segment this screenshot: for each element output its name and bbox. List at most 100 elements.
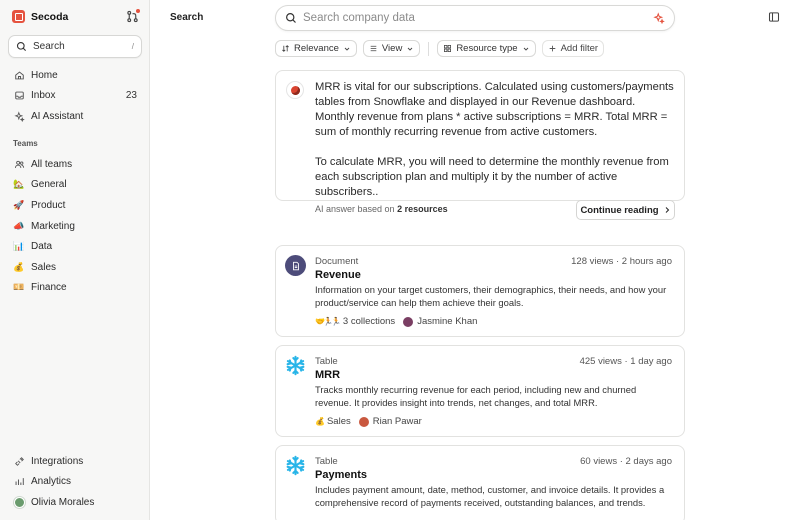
result-meta: 128 views · 2 hours ago — [571, 256, 672, 267]
sidebar-item-label: Finance — [31, 282, 67, 294]
sidebar-item-profile[interactable]: Olivia Morales — [8, 492, 142, 513]
relevance-filter[interactable]: Relevance — [275, 40, 357, 57]
inbox-count-badge: 23 — [125, 90, 137, 102]
sidebar-item-data[interactable]: 📊 Data — [8, 236, 142, 257]
chart-emoji-icon: 📊 — [13, 241, 25, 252]
sidebar-item-all-teams[interactable]: All teams — [8, 154, 142, 175]
sidebar-item-label: AI Assistant — [31, 110, 84, 122]
collections-count: 3 collections — [342, 316, 396, 327]
sidebar-panel-toggle-icon[interactable] — [768, 11, 780, 23]
view-filter[interactable]: View — [362, 40, 421, 57]
main-search-bar — [275, 5, 675, 31]
ai-footer-resources-link[interactable]: 2 resources — [397, 204, 448, 214]
rocket-emoji-icon: 🚀 — [13, 199, 25, 210]
ai-answer-footer: AI answer based on 2 resources — [315, 204, 448, 214]
sidebar-item-label: Analytics — [31, 476, 72, 488]
sidebar-item-sales[interactable]: 💰 Sales — [8, 257, 142, 278]
result-description: Includes payment amount, date, method, c… — [315, 484, 665, 508]
megaphone-emoji-icon: 📣 — [13, 220, 25, 231]
ai-footer-prefix: AI answer based on — [315, 204, 395, 214]
result-description: Tracks monthly recurring revenue for eac… — [315, 384, 637, 408]
collections-group[interactable]: 🤝 🏃 🏃 3 collections — [315, 316, 395, 327]
plus-icon — [549, 45, 555, 52]
filter-label: Relevance — [294, 43, 339, 54]
inbox-icon — [13, 90, 25, 102]
filter-label: View — [381, 43, 403, 54]
result-footer: 💰 Sales Rian Pawar — [315, 416, 422, 427]
snowflake-icon — [285, 355, 306, 376]
teams-section-label: Teams — [13, 139, 38, 148]
collection-name: Sales — [326, 416, 351, 427]
collections-group[interactable]: 💰 Sales — [315, 416, 351, 427]
collection-emoji-icons: 🤝 🏃 🏃 — [315, 317, 341, 326]
result-description: Information on your target customers, th… — [315, 284, 667, 308]
owner-avatar — [403, 316, 414, 327]
branch-icon[interactable] — [126, 9, 140, 23]
sidebar-item-inbox[interactable]: Inbox 23 — [8, 86, 142, 107]
sidebar-item-general[interactable]: 🏡 General — [8, 175, 142, 196]
filter-label: Resource type — [456, 43, 518, 54]
plug-icon — [13, 455, 25, 467]
search-result-card[interactable]: Document 128 views · 2 hours ago Revenue… — [275, 245, 685, 337]
owner-group[interactable]: Rian Pawar — [358, 416, 422, 427]
ai-answer-paragraph: To calculate MRR, you will need to deter… — [315, 156, 669, 198]
result-title[interactable]: Revenue — [315, 269, 361, 281]
sidebar-item-product[interactable]: 🚀 Product — [8, 195, 142, 216]
bar-chart-icon — [13, 476, 25, 488]
search-result-card[interactable]: Table 425 views · 1 day ago MRR Tracks m… — [275, 345, 685, 437]
money-bag-emoji-icon: 💰 — [13, 261, 25, 272]
sidebar-search-label: Search — [33, 41, 65, 52]
sidebar-item-integrations[interactable]: Integrations — [8, 451, 142, 472]
add-filter-label: Add filter — [560, 43, 599, 54]
notification-dot — [136, 9, 140, 13]
chevron-right-icon — [665, 207, 669, 213]
owner-avatar — [358, 416, 369, 427]
continue-reading-button[interactable]: Continue reading — [576, 200, 675, 220]
user-avatar — [13, 496, 25, 508]
ai-sparkle-icon[interactable] — [653, 12, 665, 24]
ai-answer-card: MRR is vital for our subscriptions. Calc… — [275, 70, 685, 220]
result-type: Document — [315, 256, 359, 267]
sidebar-item-finance[interactable]: 💴 Finance — [8, 278, 142, 299]
banknote-emoji-icon: 💴 — [13, 282, 25, 293]
workspace-name: Secoda — [31, 10, 69, 23]
workspace-switcher[interactable]: Secoda — [12, 10, 68, 23]
continue-reading-label: Continue reading — [580, 204, 659, 216]
page-title: Search — [170, 12, 204, 23]
owner-name: Jasmine Khan — [417, 316, 478, 327]
main-search-input[interactable] — [303, 12, 653, 24]
sidebar-item-ai-assistant[interactable]: AI Assistant — [8, 106, 142, 127]
owner-name: Rian Pawar — [372, 416, 422, 427]
add-filter-button[interactable]: Add filter — [541, 40, 605, 57]
people-icon — [13, 158, 25, 170]
grid-icon — [444, 45, 452, 52]
sidebar-search[interactable]: Search / — [8, 35, 142, 58]
sidebar-item-label: All teams — [31, 158, 73, 170]
filter-bar: Relevance View Resource type Add filter — [275, 40, 605, 57]
sidebar-item-label: Home — [31, 69, 58, 81]
sidebar-item-marketing[interactable]: 📣 Marketing — [8, 216, 142, 237]
result-title[interactable]: Payments — [315, 469, 367, 481]
home-icon — [13, 69, 25, 81]
search-icon — [16, 41, 27, 52]
result-footer: 🤝 🏃 🏃 3 collections Jasmine Khan — [315, 316, 477, 327]
ai-assistant-avatar-icon — [286, 81, 304, 99]
search-icon — [286, 13, 296, 23]
secoda-logo-icon — [12, 10, 25, 23]
search-result-card[interactable]: Table 60 views · 2 days ago Payments Inc… — [275, 445, 685, 520]
list-icon — [370, 45, 377, 52]
result-title[interactable]: MRR — [315, 369, 340, 381]
filter-divider — [428, 41, 430, 56]
owner-group[interactable]: Jasmine Khan — [403, 316, 477, 327]
chevron-down-icon — [407, 47, 413, 51]
resource-type-filter[interactable]: Resource type — [437, 40, 536, 57]
bottom-nav: Integrations Analytics Olivia Morales — [8, 451, 142, 513]
user-name: Olivia Morales — [31, 496, 95, 508]
sort-icon — [282, 45, 289, 52]
sidebar: Secoda Search / Home Inbox 23 AI Assista… — [0, 0, 150, 520]
sidebar-item-label: Sales — [31, 261, 57, 273]
search-shortcut: / — [131, 42, 134, 51]
sidebar-item-home[interactable]: Home — [8, 65, 142, 86]
document-icon — [285, 255, 306, 276]
sidebar-item-analytics[interactable]: Analytics — [8, 472, 142, 493]
